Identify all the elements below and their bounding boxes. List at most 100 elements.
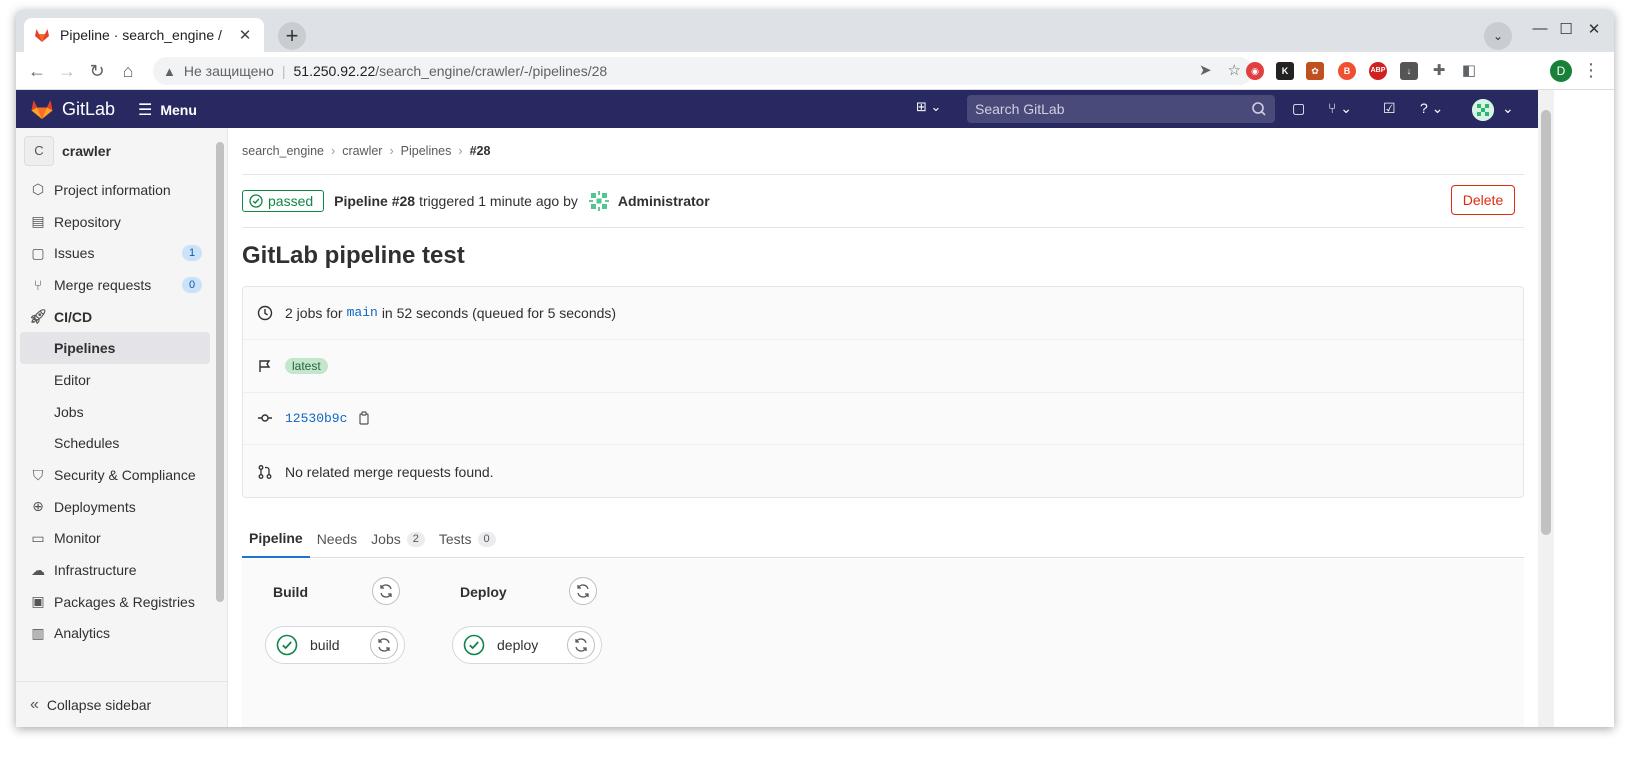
reload-icon[interactable]: ↻ (86, 60, 108, 82)
download-ext-icon[interactable]: ↓ (1400, 62, 1418, 80)
sidebar-item-issues[interactable]: ▢ Issues 1 (20, 237, 210, 269)
branch-link[interactable]: main (347, 305, 378, 320)
copy-icon[interactable] (357, 411, 371, 426)
latest-badge: latest (285, 357, 328, 374)
sidebar-item-infrastructure[interactable]: ☁ Infrastructure (20, 554, 210, 586)
tab-search-icon[interactable]: ⌄ (1484, 22, 1512, 50)
sidebar-item-security[interactable]: ⛉ Security & Compliance (20, 459, 210, 491)
minimize-icon[interactable]: — (1530, 20, 1550, 42)
status-success-icon (463, 634, 485, 656)
home-icon[interactable]: ⌂ (117, 60, 139, 82)
sidebar-item-project-information[interactable]: ⬡ Project information (20, 174, 210, 206)
admin-avatar[interactable] (588, 190, 610, 212)
breadcrumb-chevron-icon: › (458, 144, 463, 158)
collapse-sidebar-button[interactable]: « Collapse sidebar (16, 681, 227, 727)
send-icon[interactable]: ➤ (1199, 61, 1212, 79)
job-build[interactable]: build (265, 626, 405, 664)
sidebar-item-repository[interactable]: ▤ Repository (20, 206, 210, 238)
merge-request-icon: ⑂ (33, 276, 43, 293)
close-window-icon[interactable]: ✕ (1584, 20, 1604, 42)
pipeline-tabs: Pipeline Needs Jobs 2 Tests 0 (242, 520, 1524, 558)
info-row-commit: 12530b9c (243, 393, 1523, 446)
tab-close-icon[interactable]: ✕ (236, 26, 254, 44)
breadcrumb-chevron-icon: › (389, 144, 394, 158)
gitlab-header: GitLab ☰ Menu ⊞ ⌄ Search GitLab ▢ ⑂ ⌄ ☑ … (16, 90, 1538, 128)
sidebar-item-deployments[interactable]: ⊕ Deployments (20, 491, 210, 523)
new-tab-button[interactable]: + (278, 22, 306, 50)
breadcrumb-pipelines[interactable]: Pipelines (401, 144, 452, 158)
retry-job-build-button[interactable] (370, 631, 398, 659)
page-scrollbar-thumb[interactable] (1541, 110, 1551, 535)
sidebar-item-label: Repository (54, 213, 121, 230)
sidebar-item-schedules[interactable]: Schedules (20, 428, 210, 460)
tab-pipeline[interactable]: Pipeline (242, 520, 310, 558)
search-placeholder: Search GitLab (975, 101, 1065, 117)
retry-stage-deploy-button[interactable] (569, 577, 597, 605)
status-badge[interactable]: passed (242, 190, 325, 212)
sidebar-item-packages[interactable]: ▣ Packages & Registries (20, 586, 210, 618)
menu-button[interactable]: ☰ Menu (138, 100, 197, 120)
profile-avatar[interactable]: D (1550, 60, 1572, 82)
new-dropdown-icon[interactable]: ⊞ ⌄ (916, 99, 941, 115)
extensions-puzzle-icon[interactable]: ✚ (1430, 62, 1448, 80)
issues-icon[interactable]: ▢ (1292, 100, 1305, 117)
page-scrollbar[interactable] (1538, 90, 1554, 727)
address-bar[interactable]: ▲ Не защищено | 51.250.92.22 /search_eng… (153, 57, 1253, 85)
sidebar-item-label: Analytics (54, 625, 111, 642)
menu-label: Menu (160, 102, 197, 118)
extension-icon-1[interactable]: ◉ (1246, 62, 1264, 80)
breadcrumb-project[interactable]: crawler (342, 144, 382, 158)
sidebar-item-jobs[interactable]: Jobs (20, 396, 210, 428)
user-menu-chevron-icon[interactable]: ⌄ (1502, 100, 1514, 117)
clock-icon (257, 305, 273, 321)
sidebar-item-cicd[interactable]: 🚀︎ CI/CD (20, 301, 210, 333)
adblock-icon[interactable]: ABP (1369, 62, 1387, 80)
sidebar-item-label: CI/CD (54, 308, 93, 325)
breadcrumb-current[interactable]: #28 (470, 144, 491, 158)
forward-icon[interactable]: → (56, 60, 78, 82)
side-panel-icon[interactable]: ◧ (1460, 62, 1478, 80)
divider (242, 227, 1524, 228)
todos-icon[interactable]: ☑ (1383, 100, 1396, 117)
browser-tab[interactable]: Pipeline · search_engine / ✕ (24, 18, 264, 52)
extension-icon-k[interactable]: K (1276, 62, 1294, 80)
retry-job-deploy-button[interactable] (567, 631, 595, 659)
search-input[interactable]: Search GitLab (967, 95, 1275, 123)
retry-stage-build-button[interactable] (372, 577, 400, 605)
job-deploy[interactable]: deploy (452, 626, 602, 664)
sidebar-item-editor[interactable]: Editor (20, 364, 210, 396)
extension-icon-4[interactable]: B (1338, 62, 1356, 80)
tab-needs[interactable]: Needs (310, 520, 364, 558)
omnibox-separator: | (281, 63, 286, 79)
delete-button[interactable]: Delete (1451, 185, 1515, 215)
sidebar-item-label: Deployments (54, 498, 136, 515)
extension-icon-3[interactable]: ✿ (1306, 62, 1324, 80)
hamburger-icon: ☰ (138, 102, 153, 119)
user-name-link[interactable]: Administrator (618, 193, 710, 209)
sidebar-item-pipelines[interactable]: Pipelines (20, 332, 210, 365)
tab-tests[interactable]: Tests 0 (432, 520, 503, 558)
sidebar-item-monitor[interactable]: ▭ Monitor (20, 523, 210, 555)
sidebar-item-merge-requests[interactable]: ⑂ Merge requests 0 (20, 269, 210, 301)
user-avatar[interactable] (1472, 99, 1494, 121)
browser-menu-icon[interactable]: ⋮ (1582, 60, 1600, 81)
omnibox-icons: ➤ ☆ (1199, 61, 1241, 79)
sidebar-scrollbar[interactable] (216, 142, 224, 602)
stage-title-build: Build (273, 584, 308, 600)
tab-label: Jobs (371, 531, 401, 547)
issues-icon: ▢ (31, 244, 45, 261)
chevron-double-left-icon: « (30, 695, 39, 713)
back-icon[interactable]: ← (26, 60, 48, 82)
project-header[interactable]: C crawler (24, 136, 111, 166)
tab-label: Tests (438, 531, 472, 547)
page-title: GitLab pipeline test (242, 242, 465, 269)
gitlab-home-link[interactable]: GitLab (30, 97, 115, 121)
breadcrumb-group[interactable]: search_engine (242, 144, 324, 158)
merge-requests-icon[interactable]: ⑂ ⌄ (1328, 100, 1352, 117)
help-icon[interactable]: ? ⌄ (1420, 100, 1443, 117)
tab-jobs[interactable]: Jobs 2 (364, 520, 432, 558)
bookmark-star-icon[interactable]: ☆ (1228, 61, 1241, 79)
sidebar-item-analytics[interactable]: ▥ Analytics (20, 618, 210, 650)
commit-sha-link[interactable]: 12530b9c (285, 411, 347, 426)
maximize-icon[interactable]: ☐ (1556, 20, 1576, 42)
